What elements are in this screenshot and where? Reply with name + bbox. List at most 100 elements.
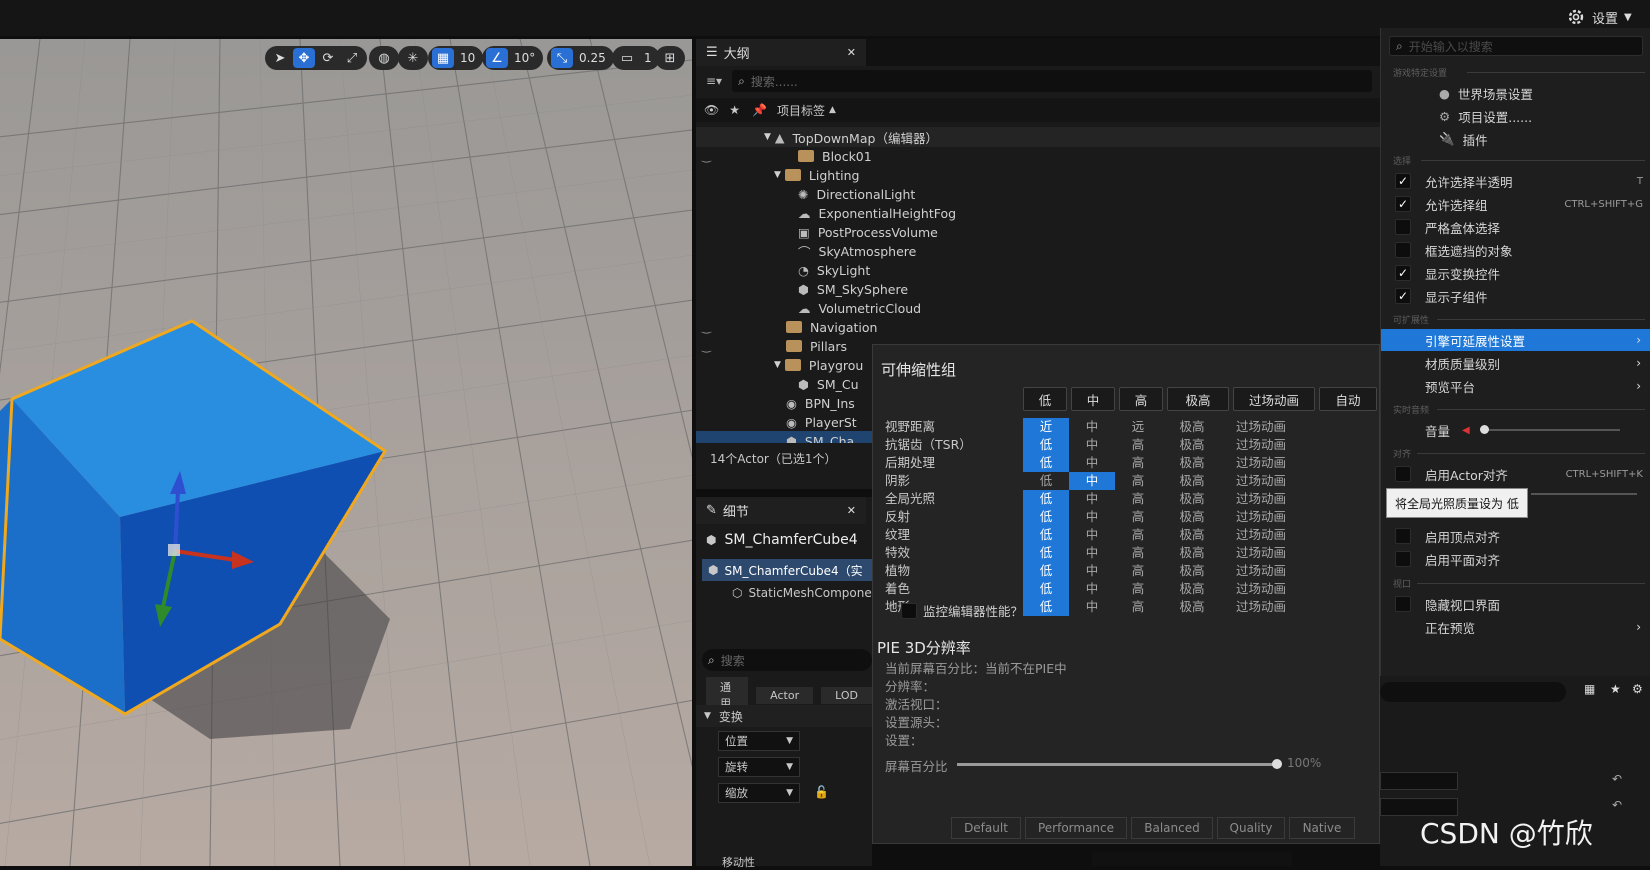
tab-outliner[interactable]: ☰ 大纲 ✕ [696, 39, 866, 66]
close-icon[interactable]: ✕ [847, 504, 856, 517]
preset-low-button[interactable]: 低 [1023, 387, 1067, 411]
menu-selection-option[interactable]: ✓ 显示子组件 [1381, 285, 1650, 307]
scalability-option[interactable]: 低 [1023, 526, 1069, 544]
scalability-option[interactable]: 低 [1023, 562, 1069, 580]
outliner-item[interactable]: Navigation ‿ [696, 317, 1390, 337]
outliner-item[interactable]: ☁ VolumetricCloud [696, 298, 1390, 318]
scale-snap[interactable]: ⤡ 0.25 [547, 46, 614, 70]
scalability-option[interactable]: 极高 [1163, 418, 1221, 436]
scalability-option[interactable]: 高 [1115, 454, 1161, 472]
volume-handle[interactable] [1479, 425, 1489, 434]
lock-icon[interactable]: 🔓 [814, 785, 829, 799]
scalability-option[interactable]: 中 [1069, 454, 1115, 472]
expand-arrow-icon[interactable]: ▼ [764, 132, 771, 142]
table-view-icon[interactable]: ▦ [1584, 682, 1595, 696]
scalability-option[interactable]: 中 [1069, 598, 1115, 616]
item-label-column[interactable]: 项目标签 [777, 102, 825, 119]
scalability-option[interactable]: 极高 [1163, 436, 1221, 454]
details-search-field[interactable] [1380, 682, 1566, 702]
menu-selection-option[interactable]: ✓ 允许选择组 CTRL+SHIFT+G [1381, 193, 1650, 215]
select-tool-icon[interactable]: ➤ [269, 48, 291, 68]
tab-details[interactable]: ✎ 细节 ✕ [696, 497, 866, 524]
level-viewport[interactable] [0, 39, 692, 866]
component-child[interactable]: ⬡ StaticMeshCompone [732, 582, 872, 604]
scalability-option[interactable]: 中 [1069, 544, 1115, 562]
scalability-option[interactable]: 中 [1069, 472, 1115, 490]
scalability-option[interactable]: 低 [1023, 490, 1069, 508]
eye-column-icon[interactable]: 👁 [704, 103, 719, 117]
scalability-option[interactable]: 高 [1115, 544, 1161, 562]
scalability-option[interactable]: 高 [1115, 472, 1161, 490]
menu-engine-scalability[interactable]: 引擎可延展性设置 › [1381, 329, 1650, 351]
menu-project-settings[interactable]: ⚙ 项目设置...... [1381, 105, 1650, 127]
option-checkbox[interactable]: ✓ [1395, 265, 1411, 281]
vertex-snap-checkbox[interactable] [1395, 528, 1411, 544]
rotate-tool-icon[interactable]: ⟳ [317, 48, 339, 68]
menu-selection-option[interactable]: 框选遮挡的对象 [1381, 239, 1650, 261]
outliner-item[interactable]: ✺ DirectionalLight [696, 184, 1390, 204]
outliner-item[interactable]: Block01 ‿ [696, 146, 1390, 166]
option-checkbox[interactable]: ✓ [1395, 288, 1411, 304]
outliner-item[interactable]: ☁ ExponentialHeightFog [696, 203, 1390, 223]
scalability-option[interactable]: 中 [1069, 526, 1115, 544]
filter-actor[interactable]: Actor [756, 686, 814, 704]
scalability-option[interactable]: 过场动画 [1223, 490, 1299, 508]
scalability-option[interactable]: 过场动画 [1223, 508, 1299, 526]
close-icon[interactable]: ✕ [847, 46, 856, 59]
scalability-option[interactable]: 中 [1069, 562, 1115, 580]
scalability-option[interactable]: 过场动画 [1223, 436, 1299, 454]
scalability-option[interactable]: 极高 [1163, 472, 1221, 490]
scalability-option[interactable]: 极高 [1163, 490, 1221, 508]
scalability-option[interactable]: 高 [1115, 436, 1161, 454]
option-checkbox[interactable]: ✓ [1395, 196, 1411, 212]
grid-snap[interactable]: ▦ 10 [428, 46, 484, 70]
volume-slider[interactable] [1479, 425, 1620, 434]
preset-balanced-button[interactable]: Balanced [1131, 817, 1213, 839]
scalability-option[interactable]: 低 [1023, 508, 1069, 526]
transform-section-header[interactable]: ▼ 变换 [696, 705, 872, 727]
scalability-option[interactable]: 过场动画 [1223, 472, 1299, 490]
component-root[interactable]: ⬢ SM_ChamferCube4（实 [702, 559, 872, 581]
move-tool-icon[interactable]: ✥ [293, 48, 315, 68]
screen-pct-handle[interactable] [1272, 759, 1282, 769]
snap-distance-slider[interactable] [1531, 493, 1637, 495]
scalability-option[interactable]: 极高 [1163, 562, 1221, 580]
menu-search-input[interactable]: ⌕ 开始输入以搜索 [1389, 36, 1643, 56]
scalability-option[interactable]: 中 [1069, 508, 1115, 526]
scalability-option[interactable]: 过场动画 [1223, 454, 1299, 472]
scale-dropdown[interactable]: 缩放 ▼ [718, 783, 800, 803]
scalability-option[interactable]: 低 [1023, 580, 1069, 598]
scalability-option[interactable]: 过场动画 [1223, 544, 1299, 562]
scalability-option[interactable]: 低 [1023, 598, 1069, 616]
filter-icon[interactable]: ≡▾ [706, 74, 722, 88]
preset-medium-button[interactable]: 中 [1071, 387, 1115, 411]
scalability-option[interactable]: 中 [1069, 436, 1115, 454]
scalability-option[interactable]: 过场动画 [1223, 526, 1299, 544]
scalability-option[interactable]: 过场动画 [1223, 418, 1299, 436]
monitor-checkbox[interactable] [901, 602, 917, 619]
option-checkbox[interactable] [1395, 219, 1411, 235]
menu-previewing[interactable]: 正在预览 › [1381, 616, 1650, 638]
scalability-option[interactable]: 高 [1115, 490, 1161, 508]
world-space-toggle[interactable]: ◍ [369, 46, 399, 70]
reset-icon[interactable]: ↶ [1612, 798, 1622, 812]
outliner-item[interactable]: ▼ Lighting [696, 165, 1390, 185]
menu-plane-snap[interactable]: 启用平面对齐 [1381, 548, 1650, 570]
scalability-option[interactable]: 极高 [1163, 508, 1221, 526]
speaker-icon[interactable]: ◀ [1462, 425, 1470, 436]
outliner-item[interactable]: ▼ ▲ TopDownMap（编辑器） [696, 127, 1390, 147]
outliner-item[interactable]: ▣ PostProcessVolume [696, 222, 1390, 242]
location-value-field[interactable] [1380, 772, 1458, 790]
preset-auto-button[interactable]: 自动 [1319, 387, 1377, 411]
scalability-option[interactable]: 中 [1069, 580, 1115, 598]
outliner-item[interactable]: ⬢ SM_SkySphere [696, 279, 1390, 299]
preset-quality-button[interactable]: Quality [1217, 817, 1285, 839]
screen-pct-slider[interactable] [957, 759, 1282, 769]
settings-button[interactable]: 设置 ▼ [1566, 5, 1632, 29]
visibility-icon[interactable]: ‿ [702, 150, 711, 163]
reset-icon[interactable]: ↶ [1612, 772, 1622, 786]
scalability-option[interactable]: 过场动画 [1223, 580, 1299, 598]
actor-snap-checkbox[interactable] [1395, 466, 1411, 482]
scalability-option[interactable]: 远 [1115, 418, 1161, 436]
visibility-icon[interactable]: ‿ [702, 321, 711, 334]
